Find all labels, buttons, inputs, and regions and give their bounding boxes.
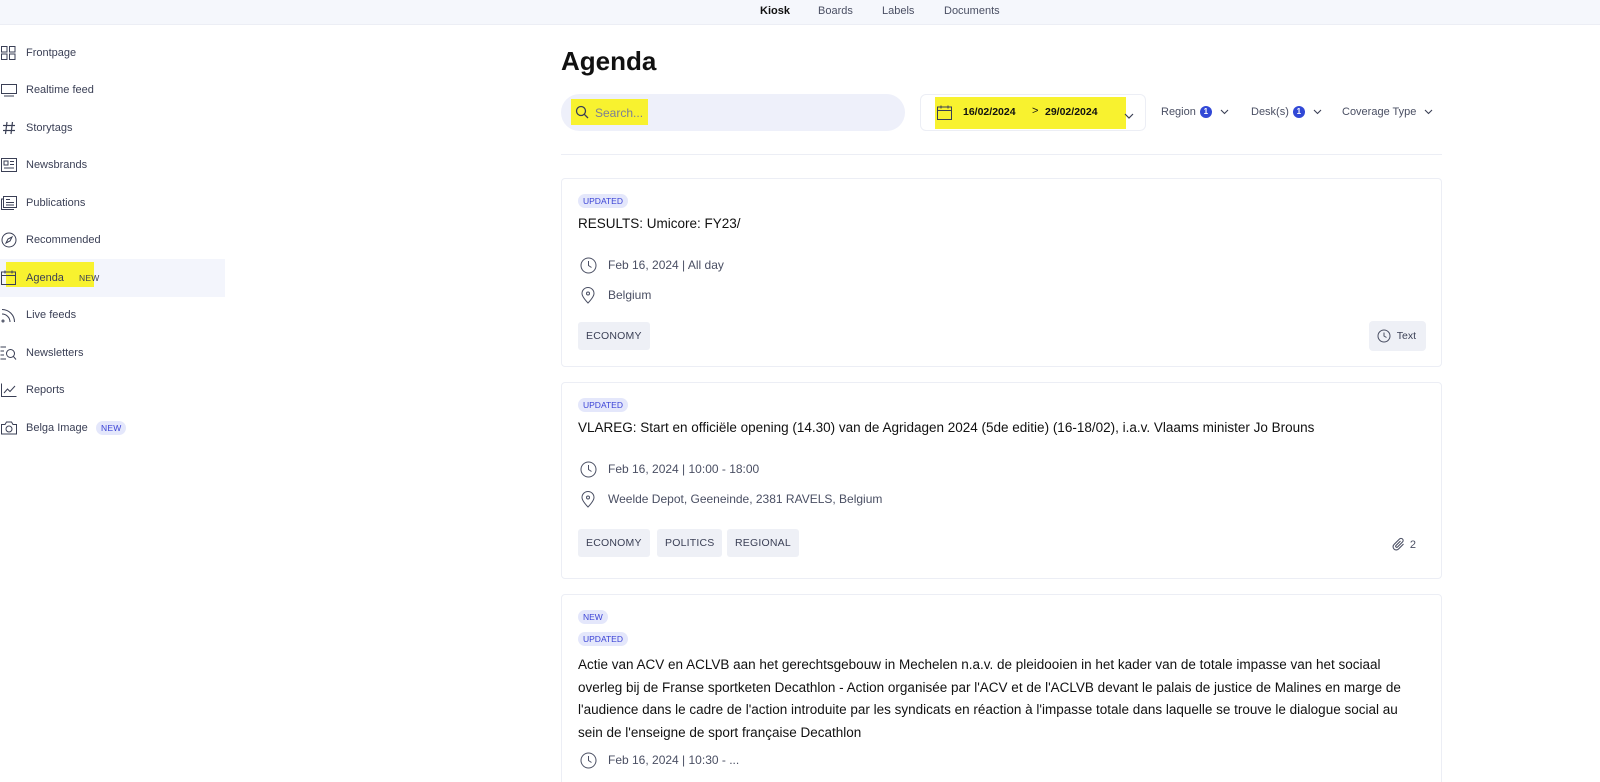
coverage-label: Text [1396, 330, 1416, 342]
chart-line-icon [0, 382, 17, 398]
status-badge: NEW [578, 610, 608, 624]
event-title[interactable]: VLAREG: Start en officiële opening (14.3… [578, 417, 1418, 440]
location-pin-icon [578, 489, 598, 509]
calendar-icon [0, 270, 17, 286]
camera-icon [0, 420, 17, 436]
newspaper-icon [0, 157, 17, 173]
coverage-text-badge: Text [1368, 321, 1426, 351]
paperclip-icon [1392, 537, 1404, 551]
coverage-type-filter-label: Coverage Type [1342, 106, 1417, 118]
top-navigation: Kiosk Boards Labels Documents [0, 0, 1600, 25]
sidebar-item-label: Realtime feed [26, 84, 94, 97]
compass-icon [0, 232, 17, 248]
status-badge: UPDATED [578, 632, 628, 646]
rss-icon [0, 307, 17, 323]
search-input[interactable] [595, 103, 885, 123]
date-start[interactable]: 16/02/2024 [963, 106, 1016, 118]
search-bar[interactable] [561, 94, 905, 131]
status-badge: UPDATED [578, 194, 628, 208]
sidebar-item-label: Newsletters [26, 346, 84, 359]
sidebar-item-belga-image[interactable]: Belga Image NEW [0, 409, 225, 447]
clock-icon [1377, 329, 1391, 343]
event-datetime-text: Feb 16, 2024 | All day [608, 258, 724, 272]
status-badge: UPDATED [578, 398, 628, 412]
event-datetime-text: Feb 16, 2024 | 10:00 - 18:00 [608, 462, 760, 476]
attachments-count[interactable]: 2 [1391, 537, 1416, 552]
event-card[interactable]: NEW UPDATED Actie van ACV en ACLVB aan h… [561, 594, 1442, 782]
coverage-type-filter[interactable]: Coverage Type [1342, 106, 1433, 118]
sidebar-item-reports[interactable]: Reports [0, 372, 225, 410]
sidebar-item-agenda[interactable]: Agenda NEW [0, 259, 225, 297]
sidebar-item-storytags[interactable]: Storytags [0, 109, 225, 147]
search-icon [575, 105, 589, 124]
sidebar-item-label: Recommended [26, 234, 101, 247]
new-badge: NEW [79, 272, 100, 283]
chevron-down-icon[interactable] [1124, 107, 1134, 125]
chevron-down-icon [1424, 106, 1433, 118]
sidebar-item-live-feeds[interactable]: Live feeds [0, 297, 225, 335]
hash-icon [0, 120, 17, 136]
tab-kiosk[interactable]: Kiosk [760, 5, 790, 17]
newsletter-search-icon [0, 345, 17, 361]
event-card[interactable]: UPDATED RESULTS: Umicore: FY23/ Feb 16, … [561, 178, 1442, 367]
tag-regional[interactable]: REGIONAL [727, 529, 799, 557]
tag-economy[interactable]: ECONOMY [578, 322, 650, 350]
event-datetime: Feb 16, 2024 | 10:30 - ... [578, 750, 739, 770]
event-title[interactable]: Actie van ACV en ACLVB aan het gerechtsg… [578, 654, 1418, 744]
sidebar-item-realtime-feed[interactable]: Realtime feed [0, 72, 225, 110]
monitor-icon [0, 82, 17, 98]
desks-filter-count: 1 [1292, 106, 1305, 118]
date-range-picker[interactable]: 16/02/2024 > 29/02/2024 [920, 94, 1146, 131]
sidebar-item-label: Frontpage [26, 46, 77, 59]
sidebar-item-recommended[interactable]: Recommended [0, 222, 225, 260]
date-end[interactable]: 29/02/2024 [1045, 106, 1098, 118]
event-location: Weelde Depot, Geeneinde, 2381 RAVELS, Be… [578, 489, 882, 509]
event-location-text: Weelde Depot, Geeneinde, 2381 RAVELS, Be… [608, 492, 883, 506]
event-title[interactable]: RESULTS: Umicore: FY23/ [578, 213, 1418, 236]
region-filter-label: Region [1161, 106, 1196, 118]
page-title: Agenda [561, 46, 657, 76]
sidebar-item-label: Agenda [26, 271, 64, 284]
event-datetime-text: Feb 16, 2024 | 10:30 - ... [608, 753, 740, 767]
event-card[interactable]: UPDATED VLAREG: Start en officiële openi… [561, 382, 1442, 579]
new-badge: NEW [96, 420, 127, 435]
calendar-icon [937, 105, 952, 125]
sidebar-item-label: Reports [26, 384, 65, 397]
divider [561, 154, 1442, 155]
region-filter[interactable]: Region 1 [1161, 106, 1229, 118]
event-datetime: Feb 16, 2024 | 10:00 - 18:00 [578, 459, 759, 479]
sidebar: Frontpage Realtime feed Storytags Newsbr… [0, 34, 225, 447]
tag-economy[interactable]: ECONOMY [578, 529, 650, 557]
grid-icon [0, 45, 17, 61]
sidebar-item-frontpage[interactable]: Frontpage [0, 34, 225, 72]
region-filter-count: 1 [1199, 106, 1212, 118]
location-pin-icon [578, 285, 598, 305]
tab-labels[interactable]: Labels [882, 5, 914, 17]
sidebar-item-label: Storytags [26, 121, 73, 134]
desks-filter-label: Desk(s) [1251, 106, 1289, 118]
event-location: Belgium [578, 285, 651, 305]
chevron-down-icon [1313, 106, 1322, 118]
clock-icon [578, 255, 598, 275]
sidebar-item-publications[interactable]: Publications [0, 184, 225, 222]
chevron-down-icon [1220, 106, 1229, 118]
clock-icon [578, 459, 598, 479]
desks-filter[interactable]: Desk(s) 1 [1251, 106, 1322, 118]
date-separator: > [1032, 105, 1039, 117]
sidebar-item-newsletters[interactable]: Newsletters [0, 334, 225, 372]
tag-politics[interactable]: POLITICS [657, 529, 723, 557]
event-datetime: Feb 16, 2024 | All day [578, 255, 724, 275]
sidebar-item-newsbrands[interactable]: Newsbrands [0, 147, 225, 185]
publications-icon [0, 195, 17, 211]
sidebar-item-label: Newsbrands [26, 159, 88, 172]
sidebar-item-label: Belga Image [26, 421, 88, 434]
sidebar-item-label: Publications [26, 196, 86, 209]
event-location-text: Belgium [608, 288, 652, 302]
tab-documents[interactable]: Documents [944, 5, 1000, 17]
attachments-count-text: 2 [1409, 538, 1416, 551]
tab-boards[interactable]: Boards [818, 5, 853, 17]
sidebar-item-label: Live feeds [26, 309, 77, 322]
clock-icon [578, 750, 598, 770]
